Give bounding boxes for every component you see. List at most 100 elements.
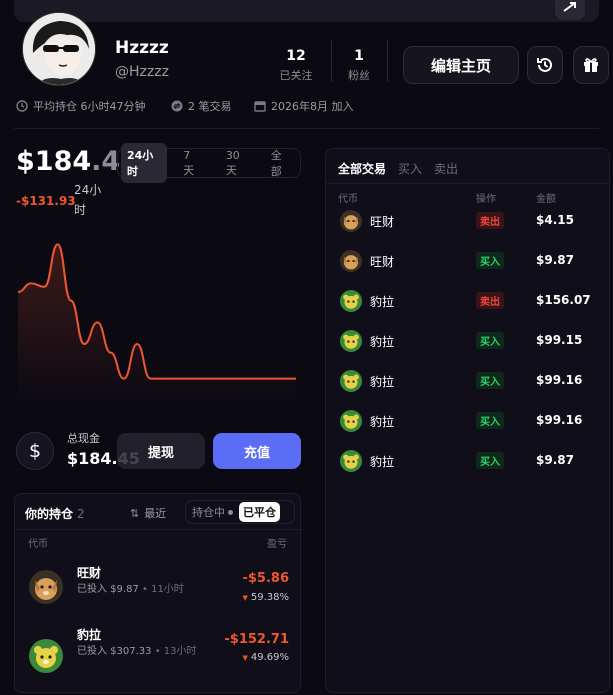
trade-row[interactable]: 豹拉 买入 $99.16	[326, 407, 611, 435]
sort-label: 最近	[144, 507, 167, 520]
coin-bear-icon	[340, 330, 362, 352]
coin-bear-icon	[340, 410, 362, 432]
trade-amount: $9.87	[536, 253, 574, 267]
following-stat[interactable]: 12 已关注	[271, 48, 321, 83]
seg-open[interactable]: 持仓中	[188, 502, 237, 522]
avg-hold-text: 平均持仓 6小时47分钟	[33, 100, 146, 113]
pnl-period: 24小时	[74, 183, 102, 217]
holding-pnl: -$152.71	[224, 632, 289, 647]
coin-dog-icon	[340, 210, 362, 232]
joined-meta: 2026年8月 加入	[254, 98, 354, 114]
profile-name: Hzzzz	[115, 38, 169, 58]
holding-row[interactable]: 豹拉 已投入 $307.33 • 13小时 -$152.71 ▼ 49.69%	[15, 626, 302, 688]
arrow-icon	[563, 2, 576, 12]
trade-action-badge: 卖出	[476, 292, 504, 309]
holdings-panel: 你的持仓 2 ⇅ 最近 持仓中 已平仓 代币 盈亏 旺财 已投入 $9.87 • 1…	[14, 493, 302, 693]
following-count: 12	[286, 48, 306, 64]
holding-time: • 13小时	[154, 646, 197, 657]
trade-tabs: 全部交易 买入 卖出	[338, 160, 458, 177]
sort-icon: ⇅	[130, 507, 140, 520]
trade-action-badge: 买入	[476, 412, 504, 429]
trade-token-name: 豹拉	[370, 415, 395, 429]
trade-action-badge: 买入	[476, 252, 504, 269]
trade-row[interactable]: 旺财 买入 $9.87	[326, 247, 611, 275]
tab-7d[interactable]: 7天	[177, 145, 206, 182]
trades-panel: 全部交易 买入 卖出 代币 操作 金额 旺财 卖出 $4.15 旺财 买入 $9.87 豹拉…	[325, 148, 611, 693]
holding-time: • 11小时	[142, 584, 184, 595]
joined-text: 2026年8月 加入	[271, 100, 354, 113]
tab-sells[interactable]: 卖出	[434, 160, 458, 177]
trade-amount: $99.16	[536, 373, 583, 387]
trade-row[interactable]: 豹拉 买入 $99.15	[326, 327, 611, 355]
col-pnl: 盈亏	[267, 539, 287, 550]
edit-profile-button[interactable]: 编辑主页	[403, 46, 519, 84]
coin-bear-icon	[340, 290, 362, 312]
period-tabs: 24小时 7天 30天 全部	[117, 143, 301, 183]
coin-bear-icon	[29, 639, 63, 673]
cash-label: 总现金	[67, 432, 100, 445]
trade-amount: $99.16	[536, 413, 583, 427]
stat-divider	[331, 40, 332, 82]
trade-token-name: 旺财	[370, 215, 395, 229]
col-amount: 金额	[536, 194, 556, 205]
holding-pnl: -$5.86	[242, 571, 289, 586]
col-token: 代币	[28, 539, 48, 550]
trade-count-text: 2 笔交易	[188, 100, 232, 113]
holding-name: 旺财	[77, 566, 102, 580]
tab-all-trades[interactable]: 全部交易	[338, 160, 386, 177]
sort-button[interactable]: ⇅ 最近	[130, 505, 166, 521]
holding-row[interactable]: 旺财 已投入 $9.87 • 11小时 -$5.86 ▼ 59.38%	[15, 556, 302, 618]
trade-row[interactable]: 豹拉 买入 $9.87	[326, 447, 611, 475]
tab-24h[interactable]: 24小时	[121, 143, 168, 183]
seg-closed[interactable]: 已平仓	[239, 502, 280, 522]
avatar-image	[23, 13, 95, 85]
coin-dog-icon	[340, 250, 362, 272]
trade-row[interactable]: 旺财 卖出 $4.15	[326, 207, 611, 235]
deposit-button[interactable]: 充值	[213, 433, 301, 469]
history-button[interactable]	[527, 46, 563, 84]
trade-token-name: 豹拉	[370, 455, 395, 469]
status-dot	[228, 509, 233, 515]
trade-count-meta: 2 笔交易	[171, 98, 232, 114]
withdraw-button[interactable]: 提现	[117, 433, 205, 469]
holding-pct-value: 49.69%	[250, 652, 289, 663]
trade-amount: $99.15	[536, 333, 583, 347]
following-label: 已关注	[279, 69, 313, 82]
gift-icon	[584, 58, 598, 72]
position-filter: 持仓中 已平仓	[185, 500, 295, 524]
tab-all[interactable]: 全部	[265, 143, 297, 183]
coin-dog-icon	[29, 570, 63, 604]
trade-row[interactable]: 豹拉 卖出 $156.07	[326, 287, 611, 315]
avatar[interactable]	[22, 12, 96, 86]
trade-row[interactable]: 豹拉 买入 $99.16	[326, 367, 611, 395]
tab-buys[interactable]: 买入	[398, 160, 422, 177]
history-icon	[537, 57, 552, 72]
pnl-value: -$131.93	[16, 194, 76, 208]
holding-pct: ▼ 49.69%	[242, 652, 289, 663]
followers-stat[interactable]: 1 粉丝	[334, 48, 384, 83]
holding-invested-text: 已投入 $307.33	[77, 646, 152, 657]
holding-name: 豹拉	[77, 628, 102, 642]
gift-button[interactable]	[573, 46, 609, 84]
down-triangle-icon: ▼	[242, 654, 248, 662]
trades-divider	[326, 183, 611, 184]
trade-action-badge: 买入	[476, 332, 504, 349]
col-action: 操作	[476, 194, 496, 205]
trade-token-name: 豹拉	[370, 335, 395, 349]
trade-action-badge: 卖出	[476, 212, 504, 229]
share-button[interactable]	[555, 0, 585, 20]
header-divider	[14, 128, 599, 129]
profile-handle: @Hzzzz	[115, 64, 169, 80]
seg-open-label: 持仓中	[192, 506, 225, 519]
followers-label: 粉丝	[348, 69, 370, 82]
holdings-divider	[15, 529, 302, 530]
trade-action-badge: 买入	[476, 372, 504, 389]
holdings-count: 2	[77, 507, 85, 521]
balance-chart[interactable]	[18, 232, 296, 404]
col-token: 代币	[338, 194, 358, 205]
holding-invested: 已投入 $307.33 • 13小时	[77, 644, 197, 659]
holdings-title-text: 你的持仓	[25, 507, 74, 521]
tab-30d[interactable]: 30天	[220, 145, 255, 182]
balance-integer: $184	[16, 146, 92, 177]
chart-area-fill	[18, 244, 296, 404]
